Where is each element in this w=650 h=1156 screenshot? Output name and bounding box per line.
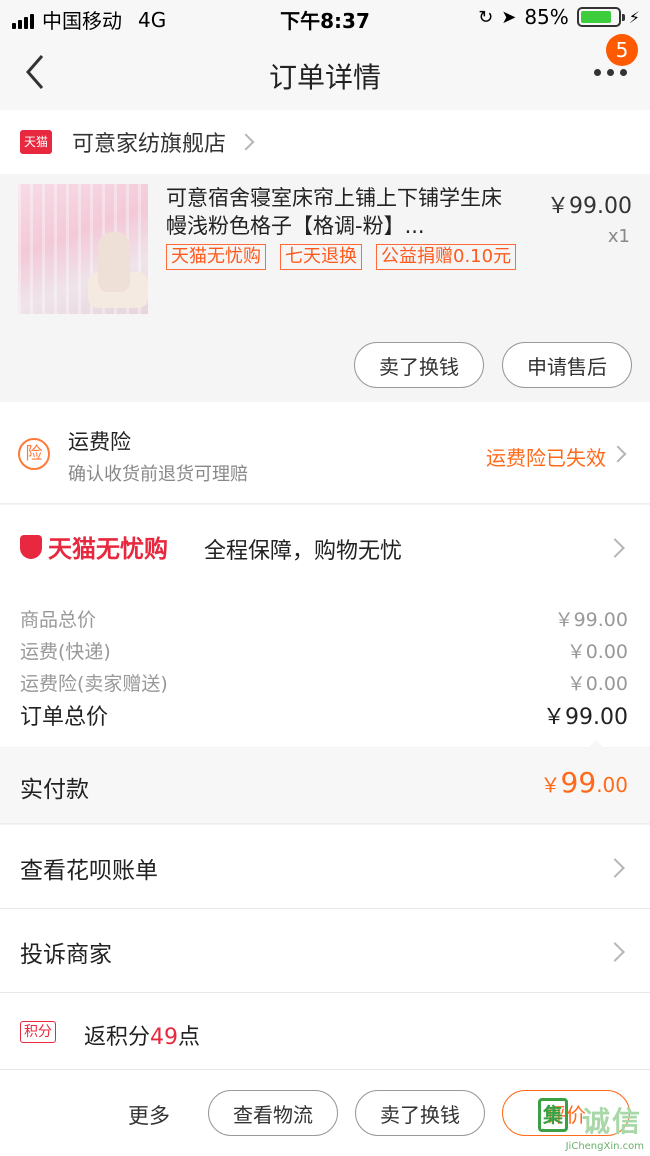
sell-button[interactable]: 卖了换钱: [355, 1090, 485, 1136]
product-quantity: x1: [607, 226, 630, 247]
points-text: 返积分49点: [84, 1019, 200, 1051]
shop-row[interactable]: 天猫 可意家纺旗舰店: [0, 110, 650, 174]
worry-free-text: 全程保障，购物无忧: [204, 539, 403, 564]
summary-value: ￥0.00: [566, 641, 628, 663]
watermark-url: JiChengXin.com: [565, 1141, 644, 1152]
product-actions: 卖了换钱 申请售后: [354, 342, 632, 388]
points-prefix: 返积分: [84, 1025, 151, 1050]
more-button[interactable]: 更多: [128, 1100, 170, 1130]
battery-percent: 85%: [524, 5, 569, 29]
summary-row: 运费险(卖家赠送) ￥0.00: [20, 669, 628, 696]
complain-label: 投诉商家: [20, 942, 112, 968]
chevron-right-icon: [605, 858, 625, 878]
product-tags: 天猫无忧购 七天退换 公益捐赠0.10元: [166, 244, 517, 270]
pointer-triangle: [588, 740, 604, 748]
paid-decimal: .00: [596, 773, 628, 797]
product-thumbnail[interactable]: [18, 184, 148, 314]
paid-currency: ￥: [540, 773, 561, 797]
charging-icon: ⚡: [628, 7, 640, 27]
product-tag: 公益捐赠0.10元: [376, 244, 517, 270]
summary-value: ￥0.00: [566, 673, 628, 695]
summary-label: 运费险(卖家赠送): [20, 673, 168, 695]
battery-icon: [576, 7, 625, 27]
chevron-right-icon: [605, 538, 625, 558]
notification-badge: 5: [606, 34, 638, 66]
complain-row[interactable]: 投诉商家: [0, 909, 650, 993]
nav-bar: 订单详情 5: [0, 34, 650, 110]
paid-integer: 99: [560, 766, 597, 799]
insurance-icon: 险: [18, 438, 50, 470]
tmall-logo-icon: 天猫: [20, 130, 52, 154]
after-sale-button[interactable]: 申请售后: [502, 342, 632, 388]
worry-free-row[interactable]: 天猫无忧购 全程保障，购物无忧: [0, 505, 650, 589]
product-tag: 七天退换: [280, 244, 362, 270]
points-suffix: 点: [178, 1025, 201, 1050]
page-title: 订单详情: [268, 61, 381, 94]
chevron-right-icon: [609, 445, 627, 463]
huabei-bill-row[interactable]: 查看花呗账单: [0, 825, 650, 909]
watermark-text: 诚信: [581, 1105, 642, 1138]
worry-free-logo: 天猫无忧购: [20, 529, 168, 564]
sell-button[interactable]: 卖了换钱: [354, 342, 484, 388]
chevron-right-icon: [237, 133, 255, 151]
insurance-title: 运费险: [68, 430, 131, 454]
more-menu-button[interactable]: [594, 66, 630, 78]
paid-amount-row: 实付款 ￥99.00: [0, 748, 650, 824]
order-total-label: 订单总价: [20, 705, 109, 730]
price-summary: 商品总价 ￥99.00 运费(快递) ￥0.00 运费险(卖家赠送) ￥0.00…: [0, 589, 650, 748]
product-tag: 天猫无忧购: [166, 244, 266, 270]
summary-row: 运费(快递) ￥0.00: [20, 637, 628, 664]
summary-value: ￥99.00: [554, 609, 628, 631]
shop-name: 可意家纺旗舰店: [72, 132, 227, 157]
view-logistics-button[interactable]: 查看物流: [208, 1090, 338, 1136]
huabei-bill-label: 查看花呗账单: [20, 858, 158, 884]
order-total-row: 订单总价 ￥99.00: [20, 699, 628, 731]
summary-row: 商品总价 ￥99.00: [20, 605, 628, 632]
product-card[interactable]: 可意宿舍寝室床帘上铺上下铺学生床幔浅粉色格子【格调-粉】... ￥99.00 x…: [0, 174, 650, 402]
dot-icon: [594, 68, 601, 76]
summary-label: 商品总价: [20, 609, 97, 631]
chevron-right-icon: [605, 942, 625, 962]
lock-rotation-icon: ↻: [478, 6, 494, 28]
dot-icon: [620, 68, 627, 76]
worry-free-logo-text: 天猫无忧购: [48, 535, 168, 563]
paid-label: 实付款: [20, 777, 89, 803]
product-price: ￥99.00: [547, 194, 632, 219]
points-row: 积分 返积分49点: [0, 993, 650, 1069]
points-badge: 积分: [20, 1021, 56, 1043]
insurance-subtitle: 确认收货前退货可理赔: [68, 464, 248, 485]
location-icon: ➤: [501, 6, 517, 28]
dot-icon: [607, 68, 614, 76]
shipping-insurance-row[interactable]: 险 运费险 确认收货前退货可理赔 运费险已失效: [0, 402, 650, 504]
summary-label: 运费(快递): [20, 641, 111, 663]
product-name: 可意宿舍寝室床帘上铺上下铺学生床幔浅粉色格子【格调-粉】...: [166, 186, 502, 238]
paid-amount: ￥99.00: [541, 766, 628, 799]
status-bar: 中国移动 4G 下午8:37 ↻ ➤ 85% ⚡: [0, 0, 650, 36]
watermark-char: 集: [538, 1098, 568, 1132]
watermark-logo: 集 诚信 JiChengXin.com: [534, 1098, 646, 1152]
order-total-value: ￥99.00: [543, 705, 628, 730]
bottom-action-bar: 更多 查看物流 卖了换钱 评价 集 诚信 JiChengXin.com: [0, 1069, 650, 1156]
insurance-status: 运费险已失效: [486, 446, 606, 470]
points-number: 49: [150, 1025, 179, 1050]
tmall-cat-icon: [20, 534, 42, 559]
status-right: ↻ ➤ 85% ⚡: [478, 5, 640, 29]
